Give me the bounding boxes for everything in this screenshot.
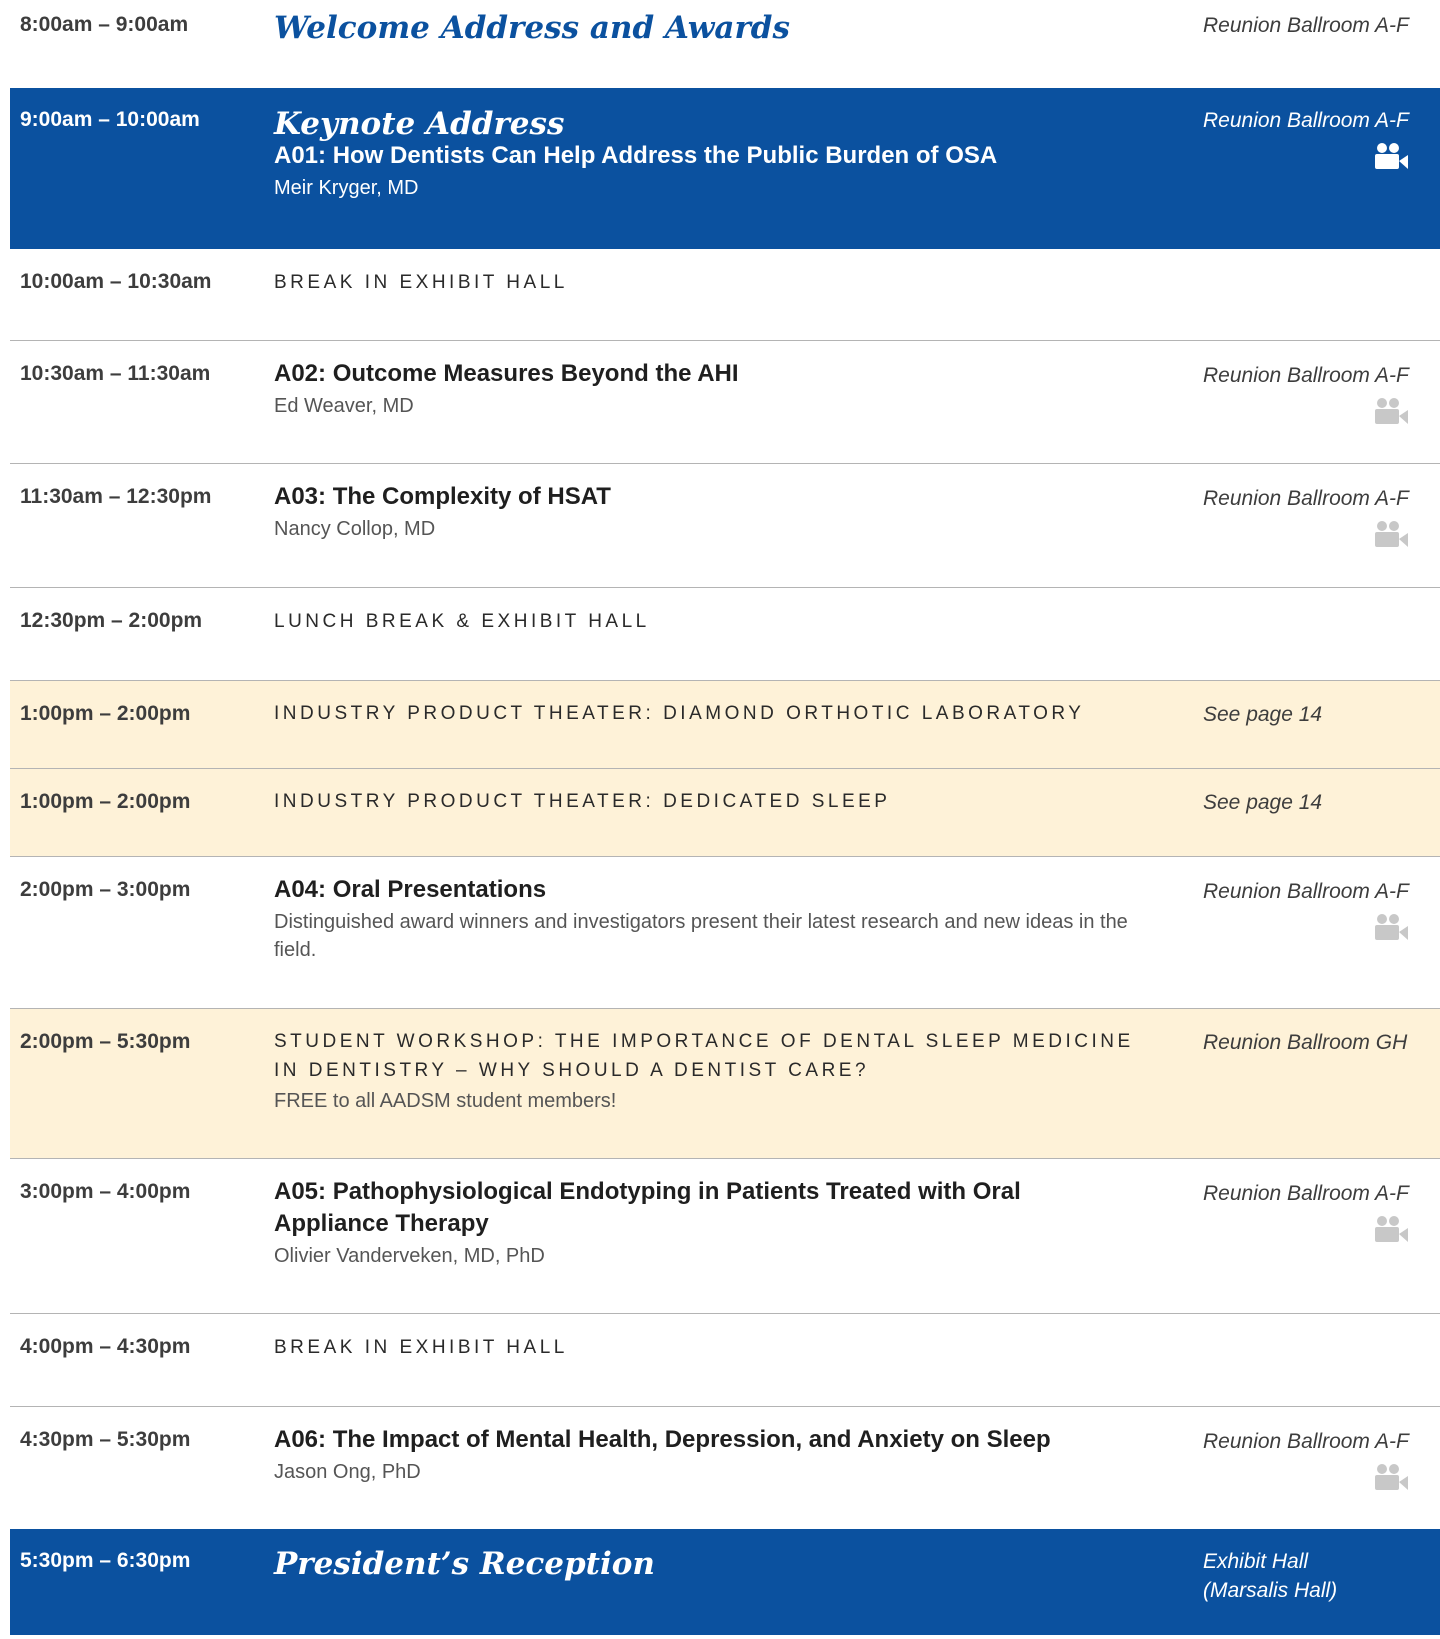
schedule-row-theater-diamond: 1:00pm – 2:00pm INDUSTRY PRODUCT THEATER… bbox=[10, 681, 1440, 769]
row-location: See page 14 bbox=[1203, 703, 1323, 726]
session-title: A03: The Complexity of HSAT bbox=[274, 483, 611, 510]
theater-label: INDUSTRY PRODUCT THEATER: DIAMOND ORTHOT… bbox=[274, 703, 1085, 724]
row-time: 8:00am – 9:00am bbox=[20, 13, 189, 36]
schedule-row-theater-dedicated: 1:00pm – 2:00pm INDUSTRY PRODUCT THEATER… bbox=[10, 769, 1440, 857]
row-location: Reunion Ballroom A-F bbox=[1203, 1430, 1409, 1453]
row-location: Reunion Ballroom A-F bbox=[1203, 487, 1409, 510]
row-time: 10:30am – 11:30am bbox=[20, 362, 211, 385]
workshop-label-line1: STUDENT WORKSHOP: THE IMPORTANCE OF DENT… bbox=[274, 1031, 1134, 1052]
workshop-label-line2: IN DENTISTRY – WHY SHOULD A DENTIST CARE… bbox=[274, 1060, 870, 1081]
workshop-note: FREE to all AADSM student members! bbox=[274, 1090, 617, 1112]
row-time: 4:00pm – 4:30pm bbox=[20, 1335, 191, 1358]
row-location: See page 14 bbox=[1203, 791, 1323, 814]
schedule-row-a03: 11:30am – 12:30pm A03: The Complexity of… bbox=[10, 464, 1440, 588]
row-time: 1:00pm – 2:00pm bbox=[20, 702, 191, 725]
session-title: A01: How Dentists Can Help Address the P… bbox=[274, 142, 998, 169]
break-label: BREAK IN EXHIBIT HALL bbox=[274, 1337, 568, 1358]
break-label: BREAK IN EXHIBIT HALL bbox=[274, 272, 568, 293]
schedule-row-reception: 5:30pm – 6:30pm President’s Reception Ex… bbox=[10, 1529, 1440, 1635]
schedule-row-break-afternoon: 4:00pm – 4:30pm BREAK IN EXHIBIT HALL bbox=[10, 1314, 1440, 1407]
row-time: 2:00pm – 3:00pm bbox=[20, 878, 191, 901]
video-camera-icon bbox=[1374, 397, 1408, 425]
row-location-line1: Exhibit Hall bbox=[1203, 1550, 1309, 1573]
row-location: Reunion Ballroom A-F bbox=[1203, 109, 1409, 132]
session-speaker: Nancy Collop, MD bbox=[274, 518, 436, 540]
schedule-row-keynote: 9:00am – 10:00am Keynote Address A01: Ho… bbox=[10, 88, 1440, 249]
video-camera-icon bbox=[1374, 520, 1408, 548]
row-time: 4:30pm – 5:30pm bbox=[20, 1428, 191, 1451]
schedule-row-student-workshop: 2:00pm – 5:30pm STUDENT WORKSHOP: THE IM… bbox=[10, 1009, 1440, 1159]
video-camera-icon bbox=[1374, 1215, 1408, 1243]
row-time: 2:00pm – 5:30pm bbox=[20, 1030, 191, 1053]
session-title: A02: Outcome Measures Beyond the AHI bbox=[274, 360, 739, 387]
row-location: Reunion Ballroom GH bbox=[1203, 1031, 1408, 1054]
event-title: Keynote Address bbox=[274, 106, 565, 142]
event-title: Welcome Address and Awards bbox=[274, 10, 790, 46]
row-location: Reunion Ballroom A-F bbox=[1203, 1182, 1409, 1205]
schedule-row-break: 10:00am – 10:30am BREAK IN EXHIBIT HALL bbox=[10, 249, 1440, 341]
session-description: Distinguished award winners and investig… bbox=[274, 911, 1128, 961]
session-speaker: Jason Ong, PhD bbox=[274, 1461, 421, 1483]
session-title-line2: Appliance Therapy bbox=[274, 1210, 489, 1237]
row-time: 12:30pm – 2:00pm bbox=[20, 609, 203, 632]
video-camera-icon bbox=[1374, 913, 1408, 941]
schedule-row-a04: 2:00pm – 3:00pm A04: Oral Presentations … bbox=[10, 857, 1440, 1009]
row-location: Reunion Ballroom A-F bbox=[1203, 364, 1409, 387]
row-time: 9:00am – 10:00am bbox=[20, 108, 200, 131]
row-location: Reunion Ballroom A-F bbox=[1203, 880, 1409, 903]
session-title-line1: A05: Pathophysiological Endotyping in Pa… bbox=[274, 1178, 1021, 1205]
video-camera-icon bbox=[1374, 142, 1408, 170]
row-location: Reunion Ballroom A-F bbox=[1203, 14, 1409, 37]
session-speaker: Ed Weaver, MD bbox=[274, 395, 414, 417]
schedule-row-a02: 10:30am – 11:30am A02: Outcome Measures … bbox=[10, 341, 1440, 464]
theater-label: INDUSTRY PRODUCT THEATER: DEDICATED SLEE… bbox=[274, 791, 891, 812]
row-time: 1:00pm – 2:00pm bbox=[20, 790, 191, 813]
break-label: LUNCH BREAK & EXHIBIT HALL bbox=[274, 611, 650, 632]
schedule-row-a05: 3:00pm – 4:00pm A05: Pathophysiological … bbox=[10, 1159, 1440, 1314]
row-time: 11:30am – 12:30pm bbox=[20, 485, 212, 508]
row-time: 3:00pm – 4:00pm bbox=[20, 1180, 191, 1203]
row-time: 10:00am – 10:30am bbox=[20, 270, 212, 293]
event-title: President’s Reception bbox=[274, 1546, 655, 1582]
row-location-line2: (Marsalis Hall) bbox=[1203, 1579, 1338, 1602]
session-speaker: Meir Kryger, MD bbox=[274, 177, 419, 199]
schedule-table: 8:00am – 9:00am Welcome Address and Awar… bbox=[10, 0, 1440, 1635]
schedule-row-a06: 4:30pm – 5:30pm A06: The Impact of Menta… bbox=[10, 1407, 1440, 1529]
session-title: A06: The Impact of Mental Health, Depres… bbox=[274, 1426, 1051, 1453]
schedule-row-welcome: 8:00am – 9:00am Welcome Address and Awar… bbox=[10, 0, 1440, 88]
video-camera-icon bbox=[1374, 1463, 1408, 1491]
schedule-row-lunch: 12:30pm – 2:00pm LUNCH BREAK & EXHIBIT H… bbox=[10, 588, 1440, 681]
session-title: A04: Oral Presentations bbox=[274, 876, 547, 903]
row-time: 5:30pm – 6:30pm bbox=[20, 1549, 191, 1572]
session-speaker: Olivier Vanderveken, MD, PhD bbox=[274, 1245, 545, 1267]
